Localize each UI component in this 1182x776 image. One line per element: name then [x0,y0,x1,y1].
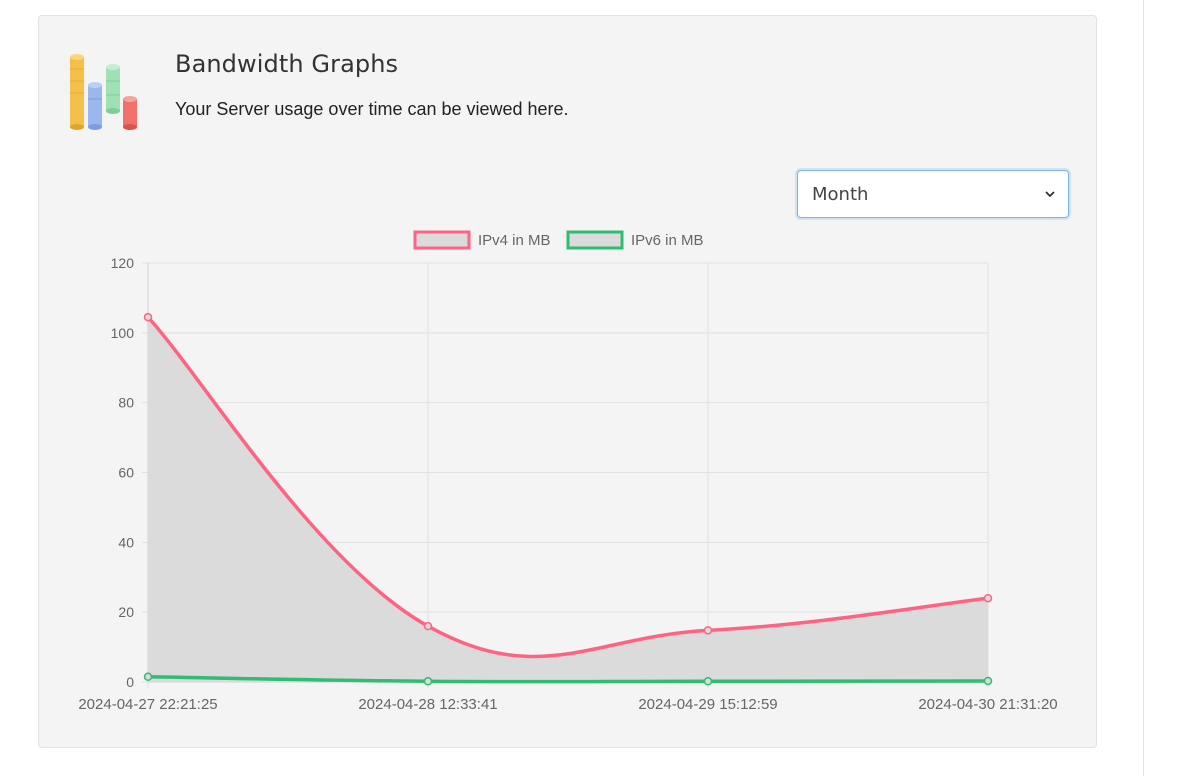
legend-label: IPv6 in MB [631,232,704,249]
y-tick-label: 20 [118,604,134,620]
y-tick-label: 0 [126,674,134,690]
data-point [703,626,713,635]
data-point [143,672,153,682]
data-point [703,677,713,686]
x-tick-label: 2024-04-28 12:33:41 [358,696,497,713]
data-point [423,677,433,686]
x-tick-label: 2024-04-30 21:31:20 [918,696,1057,713]
y-tick-label: 120 [111,255,135,271]
legend-swatch [413,230,471,250]
x-tick-label: 2024-04-29 15:12:59 [638,696,777,713]
data-point [983,593,993,603]
data-point [143,312,153,322]
y-tick-label: 80 [118,395,134,411]
data-point [983,676,993,686]
y-tick-label: 60 [118,465,134,481]
x-tick-label: 2024-04-27 22:21:25 [78,696,217,713]
legend-label: IPv4 in MB [478,232,551,249]
series-fill [148,317,988,682]
y-tick-label: 100 [111,325,135,341]
bandwidth-chart: 0 20 40 60 80 100 120 2024-04-27 22:21:25 2024-0… [78,230,1058,713]
y-tick-label: 40 [118,534,134,550]
legend-swatch [566,230,624,250]
data-point [423,621,433,631]
